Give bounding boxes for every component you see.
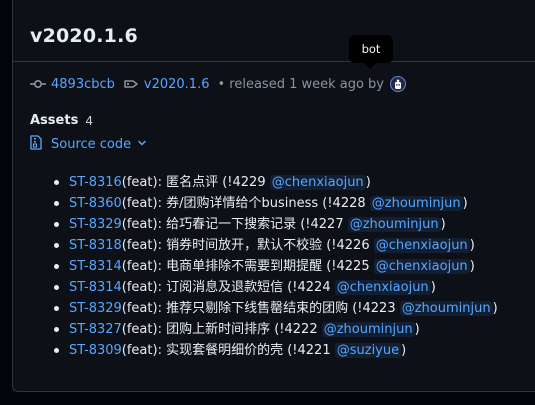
close-paren: ) xyxy=(414,322,420,337)
git-commit-icon xyxy=(30,76,46,92)
released-text: • released 1 week ago xyxy=(217,76,364,92)
close-paren: ) xyxy=(401,343,407,358)
close-paren: ) xyxy=(365,175,371,190)
close-paren: ) xyxy=(492,301,498,316)
change-type: (feat): xyxy=(121,301,162,316)
user-mention[interactable]: @suziyue xyxy=(334,343,402,358)
user-mention[interactable]: @zhouminjun xyxy=(399,301,493,316)
change-text: 订阅消息及退款短信 (!4224 xyxy=(166,280,331,295)
author-tooltip: bot xyxy=(349,35,393,69)
change-text: 电商单排除不需要到期提醒 (!4225 xyxy=(166,259,370,274)
issue-link[interactable]: ST-8360 xyxy=(69,196,122,211)
change-text: 推荐只剔除下线售罄结束的团购 (!4223 xyxy=(166,301,396,316)
assets-count: 4 xyxy=(85,113,93,128)
issue-link[interactable]: ST-8309 xyxy=(69,343,122,358)
bullet xyxy=(54,327,59,332)
bullet xyxy=(54,243,59,248)
close-paren: ) xyxy=(430,280,436,295)
close-paren: ) xyxy=(469,259,475,274)
list-item: ST-8329(feat): 给巧春记一下搜索记录 (!4227 @zhoumi… xyxy=(51,214,498,235)
release-title[interactable]: v2020.1.6 xyxy=(30,25,138,47)
change-text: 券/团购详情给个business (!4228 xyxy=(166,196,366,211)
issue-link[interactable]: ST-8318 xyxy=(69,238,122,253)
list-item: ST-8360(feat): 券/团购详情给个business (!4228 @… xyxy=(51,193,498,214)
tag-icon xyxy=(123,76,139,92)
close-paren: ) xyxy=(462,196,468,211)
source-code-dropdown[interactable]: Source code xyxy=(30,134,147,154)
issue-link[interactable]: ST-8314 xyxy=(69,259,122,274)
change-text: 匿名点评 (!4229 xyxy=(166,175,266,190)
tag-link[interactable]: v2020.1.6 xyxy=(144,77,210,92)
header-divider xyxy=(13,61,535,62)
user-mention[interactable]: @chenxiaojun xyxy=(373,238,470,253)
change-type: (feat): xyxy=(121,238,162,253)
change-type: (feat): xyxy=(121,175,162,190)
change-type: (feat): xyxy=(121,259,162,274)
list-item: ST-8327(feat): 团购上新时间排序 (!4222 @zhouminj… xyxy=(51,319,498,340)
assets-label: Assets xyxy=(30,113,79,128)
list-item: ST-8314(feat): 电商单排除不需要到期提醒 (!4225 @chen… xyxy=(51,256,498,277)
issue-link[interactable]: ST-8329 xyxy=(69,301,122,316)
release-meta: 4893cbcb v2020.1.6 • released 1 week ago… xyxy=(30,74,406,94)
assets-header: Assets 4 xyxy=(30,113,93,128)
change-type: (feat): xyxy=(121,280,162,295)
bullet xyxy=(54,180,59,185)
change-text: 销券时间放开，默认不校验 (!4226 xyxy=(166,238,370,253)
by-text: by xyxy=(367,76,384,92)
bullet xyxy=(54,222,59,227)
bot-avatar-icon[interactable] xyxy=(389,76,406,92)
user-mention[interactable]: @zhouminjun xyxy=(321,322,415,337)
list-item: ST-8329(feat): 推荐只剔除下线售罄结束的团购 (!4223 @zh… xyxy=(51,298,498,319)
bullet xyxy=(54,348,59,353)
user-mention[interactable]: @zhouminjun xyxy=(347,217,441,232)
bullet xyxy=(54,285,59,290)
close-paren: ) xyxy=(440,217,446,232)
issue-link[interactable]: ST-8329 xyxy=(69,217,122,232)
issue-link[interactable]: ST-8327 xyxy=(69,322,122,337)
source-code-label: Source code xyxy=(51,136,132,152)
chevron-down-icon xyxy=(137,137,147,152)
change-type: (feat): xyxy=(121,217,162,232)
file-zip-icon xyxy=(30,134,42,154)
release-card: v2020.1.6 4893cbcb v2020.1.6 • released … xyxy=(12,0,535,392)
change-text: 实现套餐明细价的壳 (!4221 xyxy=(166,343,331,358)
list-item: ST-8309(feat): 实现套餐明细价的壳 (!4221 @suziyue… xyxy=(51,340,498,361)
close-paren: ) xyxy=(469,238,475,253)
change-type: (feat): xyxy=(121,322,162,337)
changelog-list: ST-8316(feat): 匿名点评 (!4229 @chenxiaojun)… xyxy=(51,172,498,361)
list-item: ST-8318(feat): 销券时间放开，默认不校验 (!4226 @chen… xyxy=(51,235,498,256)
issue-link[interactable]: ST-8316 xyxy=(69,175,122,190)
commit-link[interactable]: 4893cbcb xyxy=(51,77,115,92)
list-item: ST-8314(feat): 订阅消息及退款短信 (!4224 @chenxia… xyxy=(51,277,498,298)
change-text: 团购上新时间排序 (!4222 xyxy=(166,322,318,337)
user-mention[interactable]: @chenxiaojun xyxy=(373,259,470,274)
bullet xyxy=(54,201,59,206)
bullet xyxy=(54,306,59,311)
change-type: (feat): xyxy=(121,343,162,358)
issue-link[interactable]: ST-8314 xyxy=(69,280,122,295)
change-type: (feat): xyxy=(121,196,162,211)
user-mention[interactable]: @chenxiaojun xyxy=(334,280,431,295)
change-text: 给巧春记一下搜索记录 (!4227 xyxy=(166,217,344,232)
user-mention[interactable]: @zhouminjun xyxy=(369,196,463,211)
bullet xyxy=(54,264,59,269)
list-item: ST-8316(feat): 匿名点评 (!4229 @chenxiaojun) xyxy=(51,172,498,193)
user-mention[interactable]: @chenxiaojun xyxy=(269,175,366,190)
